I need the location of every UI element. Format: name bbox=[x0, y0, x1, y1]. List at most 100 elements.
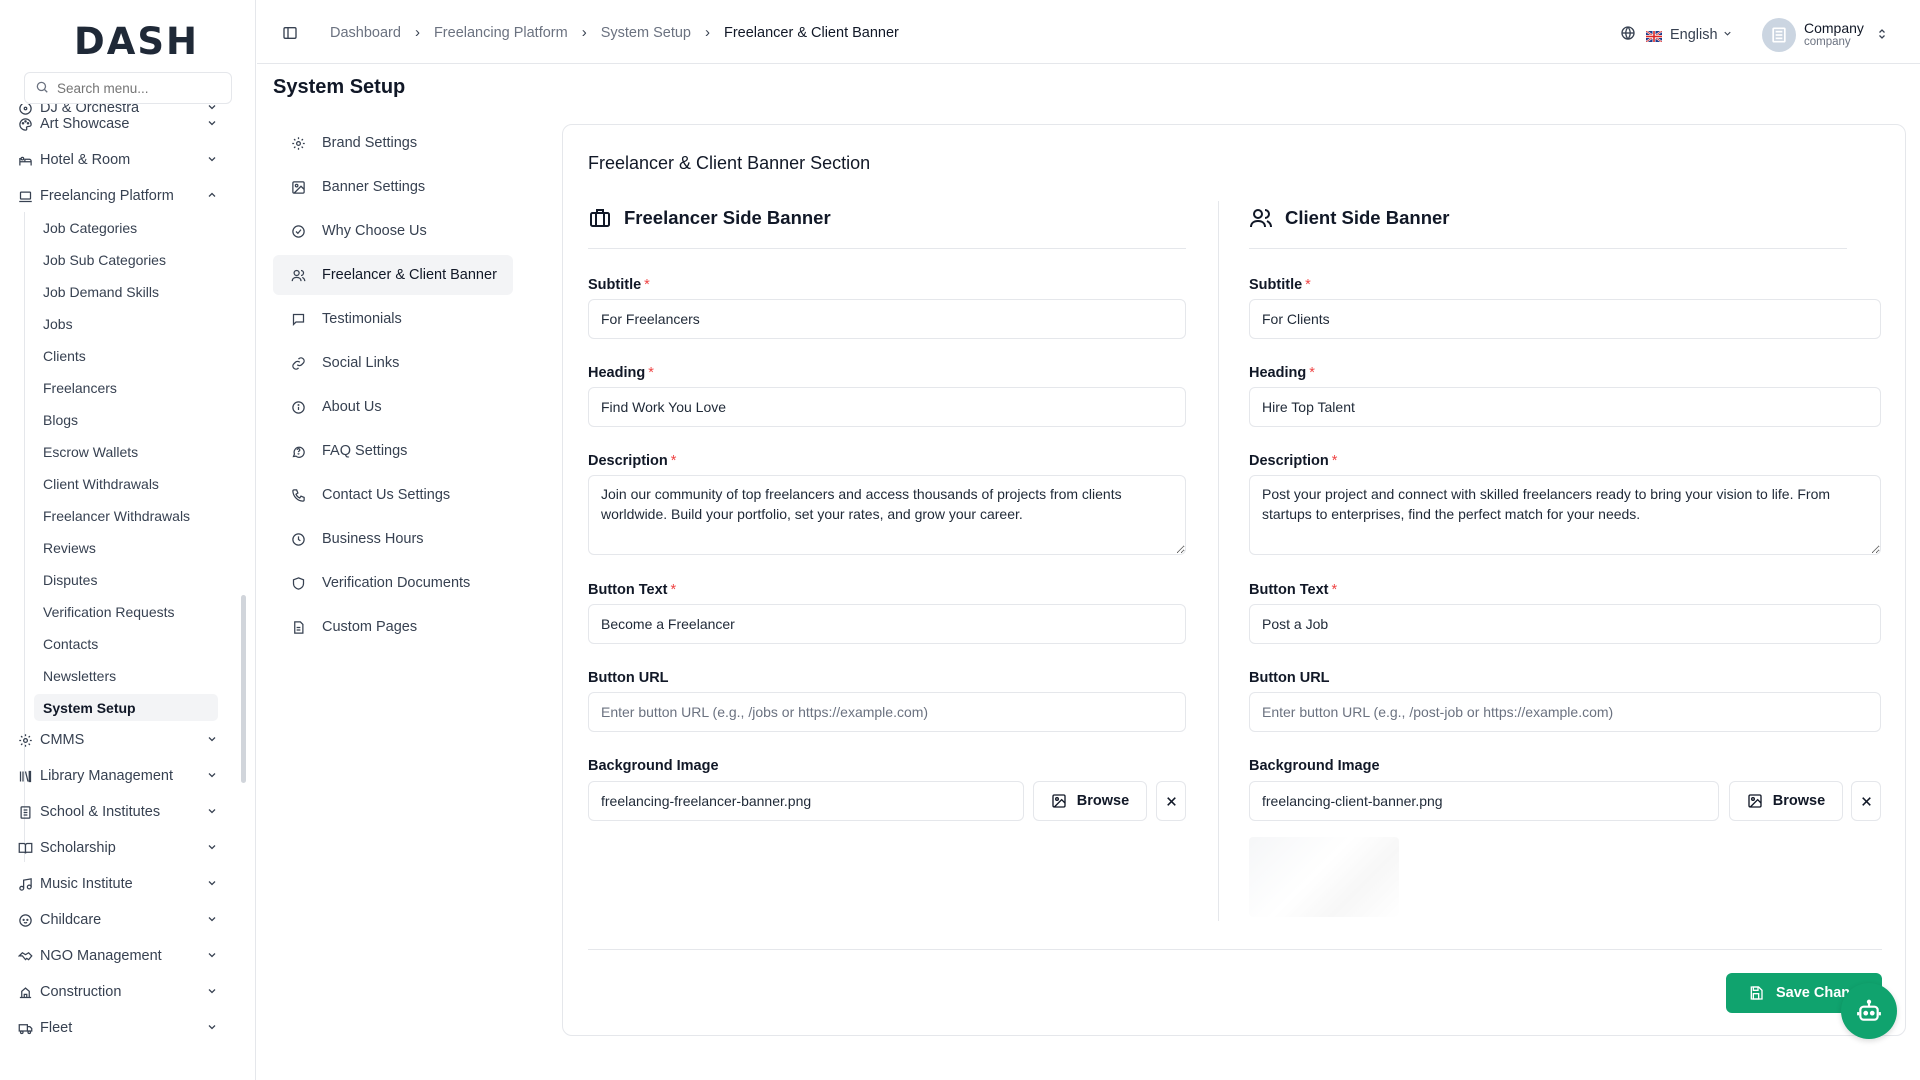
client-button-url-input[interactable] bbox=[1249, 692, 1881, 732]
settings-nav-contact-us-settings[interactable]: Contact Us Settings bbox=[273, 475, 513, 515]
chatbot-button[interactable] bbox=[1841, 983, 1897, 1039]
chevron-down-icon bbox=[206, 769, 218, 785]
sidebar-scrollbar[interactable] bbox=[241, 595, 246, 783]
freelancer-button-url-input[interactable] bbox=[588, 692, 1186, 732]
freelancer-heading-input[interactable] bbox=[588, 387, 1186, 427]
freelancer-heading-label: Heading * bbox=[588, 365, 654, 381]
sidebar-item-school-institutes[interactable]: School & Institutes bbox=[16, 796, 228, 828]
settings-nav-label: Social Links bbox=[322, 355, 400, 371]
users-icon bbox=[1249, 206, 1273, 233]
sidebar-item-fleet[interactable]: Fleet bbox=[16, 1012, 228, 1044]
submenu-item-clients[interactable]: Clients bbox=[34, 342, 218, 369]
sidebar-item-scholarship[interactable]: Scholarship bbox=[16, 832, 228, 864]
settings-nav-freelancer-client-banner[interactable]: Freelancer & Client Banner bbox=[273, 255, 513, 295]
settings-nav-why-choose-us[interactable]: Why Choose Us bbox=[273, 211, 513, 251]
freelancer-description-textarea[interactable]: Join our community of top freelancers an… bbox=[588, 475, 1186, 555]
settings-nav-label: Business Hours bbox=[322, 531, 424, 547]
freelancer-subtitle-input[interactable] bbox=[588, 299, 1186, 339]
client-subtitle-input[interactable] bbox=[1249, 299, 1881, 339]
chevron-down-icon bbox=[206, 153, 218, 169]
chevron-down-icon bbox=[206, 841, 218, 857]
sidebar-item-childcare[interactable]: Childcare bbox=[16, 904, 228, 936]
submenu-item-escrow-wallets[interactable]: Escrow Wallets bbox=[34, 438, 218, 465]
settings-nav-testimonials[interactable]: Testimonials bbox=[273, 299, 513, 339]
sidebar-item-label: Construction bbox=[40, 984, 122, 1000]
school-icon bbox=[16, 803, 34, 821]
sidebar-item-library-management[interactable]: Library Management bbox=[16, 760, 228, 792]
submenu-item-disputes[interactable]: Disputes bbox=[34, 566, 218, 593]
sidebar-item-label: Library Management bbox=[40, 768, 173, 784]
freelancer-subtitle-label: Subtitle * bbox=[588, 277, 650, 293]
submenu-item-system-setup[interactable]: System Setup bbox=[34, 694, 218, 721]
user-role: company bbox=[1804, 36, 1851, 48]
client-background-image-input[interactable] bbox=[1249, 781, 1719, 821]
sidebar-item-hotel-room[interactable]: Hotel & Room bbox=[16, 144, 228, 176]
freelancer-banner-section: Freelancer Side Banner Subtitle* Heading… bbox=[588, 201, 1186, 921]
submenu-item-job-demand-skills[interactable]: Job Demand Skills bbox=[34, 278, 218, 305]
breadcrumb-freelancing-platform[interactable]: Freelancing Platform bbox=[434, 25, 568, 41]
handshake-icon bbox=[16, 947, 34, 965]
settings-nav-banner-settings[interactable]: Banner Settings bbox=[273, 167, 513, 207]
breadcrumb-current: Freelancer & Client Banner bbox=[723, 24, 899, 41]
image-icon bbox=[289, 180, 307, 195]
laptop-icon bbox=[16, 187, 34, 205]
settings-nav-social-links[interactable]: Social Links bbox=[273, 343, 513, 383]
banner-settings-card: Freelancer & Client Banner Section Freel… bbox=[562, 124, 1906, 1036]
submenu-item-verification-requests[interactable]: Verification Requests bbox=[34, 598, 218, 625]
sidebar-item-construction[interactable]: Construction bbox=[16, 976, 228, 1008]
hotel-icon bbox=[16, 151, 34, 169]
settings-nav-custom-pages[interactable]: Custom Pages bbox=[273, 607, 513, 647]
submenu-item-contacts[interactable]: Contacts bbox=[34, 630, 218, 657]
breadcrumb-dashboard[interactable]: Dashboard bbox=[330, 25, 401, 41]
client-browse-button[interactable]: Browse bbox=[1729, 781, 1843, 821]
submenu-item-client-withdrawals[interactable]: Client Withdrawals bbox=[34, 470, 218, 497]
submenu-item-freelancer-withdrawals[interactable]: Freelancer Withdrawals bbox=[34, 502, 218, 529]
breadcrumb: Dashboard › Freelancing Platform › Syste… bbox=[330, 24, 899, 41]
client-description-textarea[interactable]: Post your project and connect with skill… bbox=[1249, 475, 1881, 555]
settings-nav-verification-documents[interactable]: Verification Documents bbox=[273, 563, 513, 603]
library-icon bbox=[16, 767, 34, 785]
uk-flag-icon bbox=[1645, 29, 1663, 43]
settings-nav-about-us[interactable]: About Us bbox=[273, 387, 513, 427]
sidebar-item-freelancing-platform[interactable]: Freelancing Platform bbox=[16, 180, 228, 212]
settings-nav-faq-settings[interactable]: FAQ Settings bbox=[273, 431, 513, 471]
submenu-item-job-categories[interactable]: Job Categories bbox=[34, 214, 218, 241]
client-button-text-input[interactable] bbox=[1249, 604, 1881, 644]
sidebar-toggle-icon[interactable] bbox=[282, 25, 298, 44]
freelancer-clear-image-button[interactable] bbox=[1156, 781, 1186, 821]
client-heading-input[interactable] bbox=[1249, 387, 1881, 427]
sidebar-item-art-showcase[interactable]: Art Showcase bbox=[16, 108, 228, 140]
submenu-item-job-sub-categories[interactable]: Job Sub Categories bbox=[34, 246, 218, 273]
submenu-item-jobs[interactable]: Jobs bbox=[34, 310, 218, 337]
submenu-item-blogs[interactable]: Blogs bbox=[34, 406, 218, 433]
submenu-item-freelancers[interactable]: Freelancers bbox=[34, 374, 218, 401]
freelancer-background-image-input[interactable] bbox=[588, 781, 1024, 821]
user-profile-menu[interactable]: Company company bbox=[1762, 18, 1888, 52]
save-icon bbox=[1750, 986, 1763, 1000]
freelancer-section-header: Freelancer Side Banner bbox=[588, 201, 1186, 249]
search-menu-input[interactable] bbox=[57, 80, 217, 96]
search-menu-box[interactable] bbox=[24, 72, 232, 104]
sidebar-item-cmms[interactable]: CMMS bbox=[16, 724, 228, 756]
settings-nav-business-hours[interactable]: Business Hours bbox=[273, 519, 513, 559]
freelancer-background-image-label: Background Image bbox=[588, 758, 719, 774]
music-icon bbox=[16, 875, 34, 893]
chevron-down-icon bbox=[1722, 27, 1733, 43]
client-clear-image-button[interactable] bbox=[1851, 781, 1881, 821]
freelancer-description-label: Description * bbox=[588, 453, 677, 469]
phone-icon bbox=[289, 488, 307, 503]
sidebar-item-music-institute[interactable]: Music Institute bbox=[16, 868, 228, 900]
freelancer-browse-button[interactable]: Browse bbox=[1033, 781, 1147, 821]
breadcrumb-system-setup[interactable]: System Setup bbox=[601, 25, 691, 41]
submenu-item-newsletters[interactable]: Newsletters bbox=[34, 662, 218, 689]
book-open-icon bbox=[16, 839, 34, 857]
freelancer-button-text-input[interactable] bbox=[588, 604, 1186, 644]
language-selector[interactable]: English bbox=[1620, 25, 1733, 45]
sidebar-item-label: Hotel & Room bbox=[40, 152, 131, 168]
settings-nav-brand-settings[interactable]: Brand Settings bbox=[273, 123, 513, 163]
freelancer-button-url-label: Button URL bbox=[588, 670, 669, 686]
sidebar-item-ngo-management[interactable]: NGO Management bbox=[16, 940, 228, 972]
card-title: Freelancer & Client Banner Section bbox=[588, 153, 871, 173]
submenu-item-reviews[interactable]: Reviews bbox=[34, 534, 218, 561]
check-circle-icon bbox=[289, 224, 307, 239]
